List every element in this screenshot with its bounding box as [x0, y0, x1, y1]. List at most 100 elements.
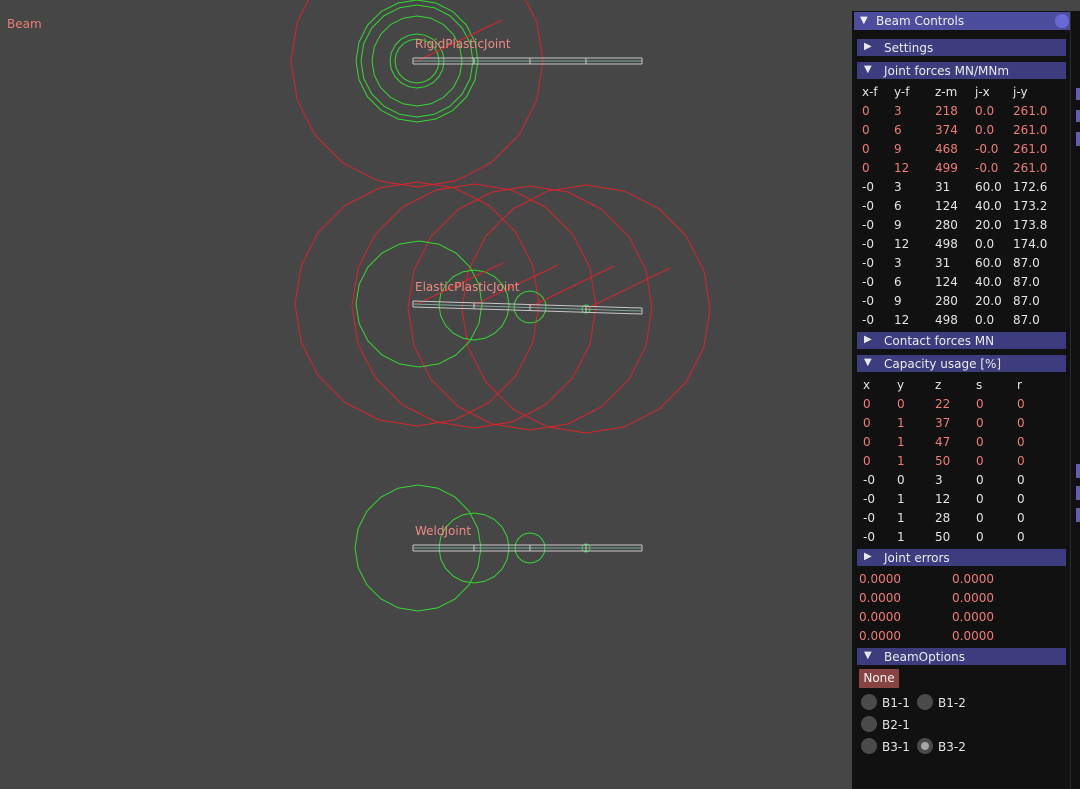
capacity-cell: 22: [935, 397, 951, 411]
capacity-cell: 47: [935, 435, 951, 449]
joint-forces-cell: -0: [862, 180, 874, 194]
capacity-header[interactable]: ▼ Capacity usage [%]: [857, 355, 1066, 372]
joint-forces-cell: 261.0: [1013, 123, 1048, 137]
capacity-cell: 0: [897, 397, 905, 411]
joint-forces-cell: 9: [894, 218, 902, 232]
joint-forces-cell: 3: [894, 104, 902, 118]
joint-forces-cell: 0.0: [975, 237, 995, 251]
joint-errors-cell: 0.0000: [859, 572, 901, 586]
capacity-cell: -0: [863, 511, 875, 525]
joint-forces-label: Joint forces MN/MNm: [884, 64, 1010, 78]
elastic-plastic-joint-label: ElasticPlasticJoint: [415, 280, 520, 294]
joint-forces-cell: 12: [894, 313, 910, 327]
contact-forces-header[interactable]: ▶ Contact forces MN: [857, 332, 1066, 349]
joint-forces-cell: 0: [862, 123, 870, 137]
weld-joint-label: WeldJoint: [415, 524, 472, 538]
radio-b3-2-label[interactable]: B3-2: [938, 740, 966, 754]
expand-triangle-icon: ▶: [864, 334, 872, 345]
joint-forces-cell: -0: [862, 313, 874, 327]
joint-errors-cell: 0.0000: [952, 572, 994, 586]
panel-collapse-button[interactable]: [1055, 14, 1069, 28]
radio-b1-1[interactable]: [861, 694, 877, 710]
joint-forces-header-0: x-f: [862, 85, 878, 99]
beam-options-header[interactable]: ▼ BeamOptions: [857, 648, 1066, 665]
joint-forces-header[interactable]: ▼ Joint forces MN/MNm: [857, 62, 1066, 79]
joint-forces-cell: 0: [862, 142, 870, 156]
joint-forces-cell: 261.0: [1013, 142, 1048, 156]
scroll-edge-marker: [1076, 88, 1080, 100]
capacity-header-2: z: [935, 378, 942, 392]
simulation-viewport[interactable]: Beam RigidPlasticJoint ElasticPlasticJoi…: [0, 0, 852, 789]
force-vector: [585, 267, 671, 310]
radio-b2-1-label[interactable]: B2-1: [882, 718, 910, 732]
joint-errors-label: Joint errors: [884, 551, 950, 565]
settings-header[interactable]: ▶ Settings: [857, 39, 1066, 56]
joint-forces-cell: -0.0: [975, 142, 999, 156]
capacity-cell: 0: [1017, 435, 1025, 449]
joint-forces-cell: 20.0: [975, 294, 1002, 308]
joint-forces-cell: 9: [894, 142, 902, 156]
joint-forces-cell: 40.0: [975, 275, 1002, 289]
capacity-cell: 0: [1017, 530, 1025, 544]
capacity-header-0: x: [863, 378, 871, 392]
elastic-beam: [412, 300, 643, 309]
joint-forces-cell: 0: [862, 104, 870, 118]
radio-b1-2[interactable]: [917, 694, 933, 710]
capacity-cell: 0: [1017, 454, 1025, 468]
capacity-cell: 0: [897, 473, 905, 487]
panel-title: Beam Controls: [876, 14, 965, 28]
joint-forces-cell: 87.0: [1013, 275, 1040, 289]
joint-forces-header-3: j-x: [975, 85, 990, 99]
joint-forces-cell: 31: [935, 256, 951, 270]
capacity-cell: 3: [935, 473, 943, 487]
elastic-beam: [412, 306, 643, 315]
joint-forces-cell: 3: [894, 256, 902, 270]
joint-forces-cell: 60.0: [975, 180, 1002, 194]
joint-errors-header[interactable]: ▶ Joint errors: [857, 549, 1066, 566]
settings-label: Settings: [884, 41, 934, 55]
joint-forces-cell: 218: [935, 104, 958, 118]
elastic-beam: [412, 303, 643, 312]
capacity-cell: 1: [897, 454, 905, 468]
capacity-cell: 37: [935, 416, 951, 430]
joint-errors-cell: 0.0000: [952, 629, 994, 643]
capacity-cell: 1: [897, 530, 905, 544]
none-button[interactable]: None: [859, 669, 899, 688]
joint-forces-cell: -0: [862, 199, 874, 213]
joint-forces-cell: 40.0: [975, 199, 1002, 213]
radio-b3-1-label[interactable]: B3-1: [882, 740, 910, 754]
panel-title-bar[interactable]: ▼ Beam Controls: [854, 12, 1071, 30]
capacity-cell: 0: [1017, 492, 1025, 506]
joint-forces-cell: 174.0: [1013, 237, 1048, 251]
joint-forces-cell: 499: [935, 161, 958, 175]
joint-forces-cell: 87.0: [1013, 313, 1040, 327]
expand-triangle-icon: ▶: [864, 41, 872, 52]
scroll-edge-marker: [1076, 464, 1080, 478]
capacity-cell: 0: [1017, 416, 1025, 430]
joint-forces-cell: 280: [935, 294, 958, 308]
capacity-cell: 28: [935, 511, 951, 525]
joint-forces-cell: -0: [862, 294, 874, 308]
radio-b3-2[interactable]: [917, 738, 933, 754]
joint-forces-cell: 6: [894, 199, 902, 213]
joint-forces-header-4: j-y: [1013, 85, 1028, 99]
joint-forces-cell: 6: [894, 123, 902, 137]
joint-forces-header-2: z-m: [935, 85, 958, 99]
capacity-cell: 50: [935, 454, 951, 468]
joint-forces-cell: -0: [862, 256, 874, 270]
radio-b1-1-label[interactable]: B1-1: [882, 696, 910, 710]
collapse-triangle-icon: ▼: [864, 650, 872, 661]
joint-forces-cell: 261.0: [1013, 104, 1048, 118]
collapse-triangle-icon: ▼: [864, 357, 872, 368]
capacity-cell: 0: [976, 530, 984, 544]
radio-b2-1[interactable]: [861, 716, 877, 732]
radio-b3-1[interactable]: [861, 738, 877, 754]
capacity-label: Capacity usage [%]: [884, 357, 1002, 371]
joint-forces-cell: 468: [935, 142, 958, 156]
radio-b1-2-label[interactable]: B1-2: [938, 696, 966, 710]
joint-forces-cell: 173.2: [1013, 199, 1048, 213]
capacity-cell: 0: [976, 454, 984, 468]
capacity-header-1: y: [897, 378, 905, 392]
capacity-cell: 0: [976, 416, 984, 430]
joint-forces-cell: 60.0: [975, 256, 1002, 270]
